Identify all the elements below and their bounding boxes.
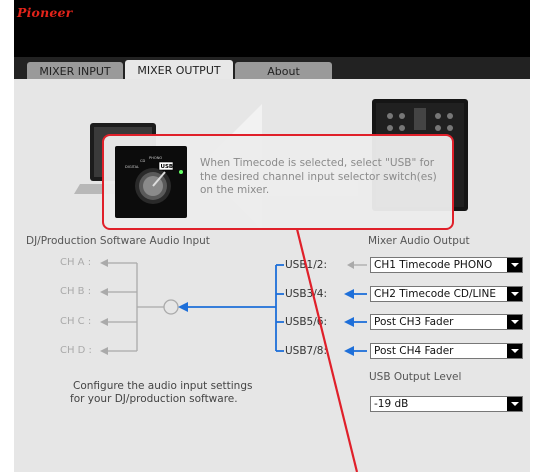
usb3-4-selected-value: CH2 Timecode CD/LINE — [374, 288, 496, 300]
channel-d-label: CH D : — [60, 345, 92, 356]
usb-label-3-4: USB3/4: — [285, 288, 327, 300]
tooltip-line-3: on the mixer. — [200, 184, 270, 196]
timecode-tooltip: DIGITAL CD PHONO USB When Timecode is se… — [102, 134, 454, 230]
usb-label-5-6: USB5/6: — [285, 316, 327, 328]
usb5-6-source-select[interactable]: Post CH3 Fader — [370, 314, 523, 330]
usb-output-level-select[interactable]: -19 dB — [370, 396, 523, 412]
mixer-output-title: Mixer Audio Output — [368, 235, 470, 247]
usb-label-1-2: USB1/2: — [285, 259, 327, 271]
tooltip-line-1: When Timecode is selected, select "USB" … — [200, 157, 435, 169]
usb7-8-source-select[interactable]: Post CH4 Fader — [370, 343, 523, 359]
input-selector-knob-image: DIGITAL CD PHONO USB — [115, 146, 187, 218]
usb-output-level-label: USB Output Level — [369, 371, 462, 383]
chevron-down-icon — [507, 344, 522, 358]
usb5-6-selected-value: Post CH3 Fader — [374, 316, 454, 328]
channel-a-label: CH A : — [60, 257, 92, 268]
usb3-4-source-select[interactable]: CH2 Timecode CD/LINE — [370, 286, 523, 302]
app-window: Pioneer MIXER INPUT MIXER OUTPUT About D… — [14, 0, 530, 472]
knob-icon: DIGITAL CD PHONO USB — [125, 156, 183, 204]
usb1-2-source-select[interactable]: CH1 Timecode PHONO — [370, 257, 523, 273]
tooltip-message: When Timecode is selected, select "USB" … — [200, 157, 450, 198]
usb-label-7-8: USB7/8: — [285, 345, 327, 357]
configure-note-line2: for your DJ/production software. — [70, 393, 238, 405]
knob-mark-usb: USB — [161, 164, 174, 170]
configure-note-line1: Configure the audio input settings — [73, 380, 253, 392]
channel-arrows — [100, 259, 120, 355]
knob-mark-cd: CD — [140, 159, 146, 163]
routing-arrows — [178, 261, 367, 356]
tooltip-line-2: the desired channel input selector switc… — [200, 170, 437, 183]
chevron-down-icon — [507, 315, 522, 329]
channel-c-label: CH C : — [60, 316, 92, 327]
channel-b-label: CH B : — [60, 286, 92, 297]
knob-mark-phono: PHONO — [149, 156, 162, 160]
chevron-down-icon — [507, 258, 522, 272]
knob-mark-digital: DIGITAL — [125, 165, 139, 169]
input-bracket — [120, 262, 179, 352]
software-input-title: DJ/Production Software Audio Input — [26, 235, 210, 247]
chevron-down-icon — [507, 287, 522, 301]
usb1-2-selected-value: CH1 Timecode PHONO — [374, 259, 493, 271]
usb7-8-selected-value: Post CH4 Fader — [374, 345, 454, 357]
usb-output-level-value: -19 dB — [374, 398, 409, 410]
chevron-down-icon — [507, 397, 522, 411]
